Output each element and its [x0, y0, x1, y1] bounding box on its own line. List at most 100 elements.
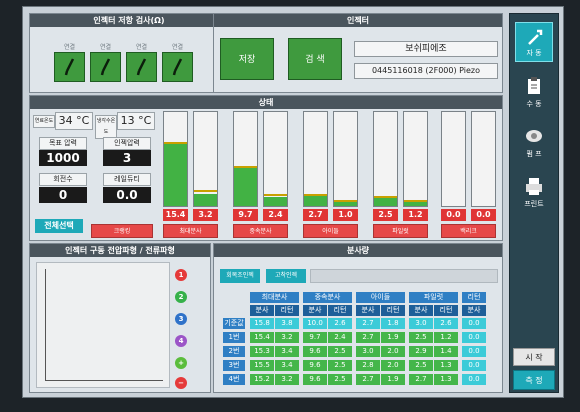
spray-cell: 9.6 — [303, 360, 327, 371]
spray-cell: 2.0 — [381, 346, 405, 357]
gauge-6-value: 1.0 — [333, 209, 358, 221]
channel-4-button[interactable]: 4 — [175, 335, 187, 347]
pump-icon — [526, 130, 542, 142]
gauge-4-mark — [264, 194, 287, 196]
waveform-axis — [45, 269, 163, 381]
spray-row-label: 3번 — [223, 360, 245, 371]
gauge-3 — [233, 111, 258, 207]
mode-max-spray-button[interactable]: 최대분사 — [163, 224, 218, 238]
spray-cell: 15.3 — [250, 346, 274, 357]
mode-mid-spray-button[interactable]: 중속분사 — [233, 224, 288, 238]
resistance-connect-button-1[interactable]: 연결 — [54, 44, 85, 82]
waveform-plot — [36, 262, 170, 388]
gauge-8 — [403, 111, 428, 207]
print-label: 프린트 — [524, 200, 544, 208]
spray-cell: 1.4 — [434, 346, 458, 357]
spray-cell: 3.2 — [275, 332, 299, 343]
gauge-3-value: 9.7 — [233, 209, 258, 221]
gauge-9-value: 0.0 — [441, 209, 466, 221]
select-all-button[interactable]: 전체선택 — [35, 219, 83, 233]
gauge-6-mark — [334, 200, 357, 202]
spray-cell: 9.6 — [303, 346, 327, 357]
zoom-in-button[interactable]: + — [175, 357, 187, 369]
spray-cell: 3.0 — [409, 318, 433, 329]
manual-mode-button[interactable]: 수 동 — [515, 72, 553, 112]
search-button[interactable]: 검 색 — [288, 38, 342, 80]
spray-cell: 3.4 — [275, 360, 299, 371]
spray-cell: 2.6 — [434, 318, 458, 329]
spray-cell: 15.4 — [250, 332, 274, 343]
injector-code: 0445116018 (2F000) Piezo — [354, 63, 498, 79]
gauge-7 — [373, 111, 398, 207]
pump-button[interactable]: 펌 프 — [515, 122, 553, 162]
spray-tab-strip — [310, 269, 498, 283]
spray-cell: 15.8 — [250, 318, 274, 329]
subheader-5: 분사 — [356, 305, 380, 316]
spray-cell: 9.6 — [303, 374, 327, 385]
group-mid-spray: 중속분사 — [303, 292, 352, 303]
spray-cell: 0.0 — [462, 318, 486, 329]
stuck-injector-tab[interactable]: 고착인젝 — [266, 269, 306, 283]
subheader-3: 분사 — [303, 305, 327, 316]
mode-backleak-button[interactable]: 백리크 — [441, 224, 496, 238]
spray-cell: 2.9 — [409, 346, 433, 357]
rail-duty-label: 레일듀티 — [103, 173, 151, 186]
gauge-3-fill — [234, 168, 257, 206]
zoom-out-button[interactable]: − — [175, 377, 187, 389]
gauge-8-value: 1.2 — [403, 209, 428, 221]
spray-cell: 2.4 — [328, 332, 352, 343]
recovered-injector-tab[interactable]: 회복조인젝 — [220, 269, 260, 283]
start-button[interactable]: 시 작 — [513, 348, 555, 366]
resistance-connect-label-2: 연결 — [99, 44, 112, 51]
spray-cell: 1.9 — [381, 332, 405, 343]
gauge-5-fill — [304, 195, 327, 206]
spray-cell: 2.5 — [328, 374, 352, 385]
probe-icon — [64, 58, 75, 76]
gauge-10 — [471, 111, 496, 207]
gauge-4-fill — [264, 196, 287, 206]
mode-idle-button[interactable]: 아이들 — [303, 224, 358, 238]
resistance-panel: 인젝터 저항 검사(Ω) 연결 연결 연결 연결 — [29, 13, 229, 93]
channel-1-button[interactable]: 1 — [175, 269, 187, 281]
save-button[interactable]: 저장 — [220, 38, 274, 80]
spray-cell: 15.5 — [250, 360, 274, 371]
auto-mode-button[interactable]: 자 동 — [515, 22, 553, 62]
spray-cell: 2.5 — [328, 360, 352, 371]
subheader-8: 리턴 — [434, 305, 458, 316]
injection-pressure-value: 3 — [103, 150, 151, 166]
spray-cell: 1.3 — [434, 360, 458, 371]
coolant-temp-label: 냉각수온도 — [95, 115, 117, 139]
coolant-temp-value: 13 °C — [117, 112, 155, 130]
spray-panel-title: 분사량 — [214, 244, 502, 257]
injector-panel: 인젝터 저장 검 색 보쉬피에조 0445116018 (2F000) Piez… — [213, 13, 503, 93]
mode-pilot-button[interactable]: 파일럿 — [373, 224, 428, 238]
spray-cell: 3.4 — [275, 346, 299, 357]
measure-button[interactable]: 측 정 — [513, 370, 555, 390]
probe-icon — [136, 58, 147, 76]
mode-cranking-button[interactable]: 크랭킹 — [91, 224, 153, 238]
subheader-6: 리턴 — [381, 305, 405, 316]
target-pressure-value: 1000 — [39, 150, 87, 166]
print-button[interactable]: 프린트 — [515, 172, 553, 212]
spray-cell: 2.7 — [356, 318, 380, 329]
gauge-2-value: 3.2 — [193, 209, 218, 221]
gauge-4-value: 2.4 — [263, 209, 288, 221]
gauge-3-mark — [234, 166, 257, 168]
spray-cell: 3.2 — [275, 374, 299, 385]
resistance-connect-button-4[interactable]: 연결 — [162, 44, 193, 82]
pump-label: 펌 프 — [526, 150, 542, 158]
subheader-2: 리턴 — [275, 305, 299, 316]
gauge-1-fill — [164, 142, 187, 206]
resistance-connect-button-2[interactable]: 연결 — [90, 44, 121, 82]
resistance-connect-button-3[interactable]: 연결 — [126, 44, 157, 82]
fuel-temp-label: 연료온도 — [33, 115, 55, 128]
wrench-icon — [528, 29, 543, 45]
channel-2-button[interactable]: 2 — [175, 291, 187, 303]
channel-3-button[interactable]: 3 — [175, 313, 187, 325]
gauge-7-mark — [374, 196, 397, 198]
resistance-panel-title: 인젝터 저항 검사(Ω) — [30, 14, 228, 27]
spray-cell: 15.2 — [250, 374, 274, 385]
spray-cell: 0.0 — [462, 360, 486, 371]
spray-row-label: 4번 — [223, 374, 245, 385]
spray-row-label: 2번 — [223, 346, 245, 357]
